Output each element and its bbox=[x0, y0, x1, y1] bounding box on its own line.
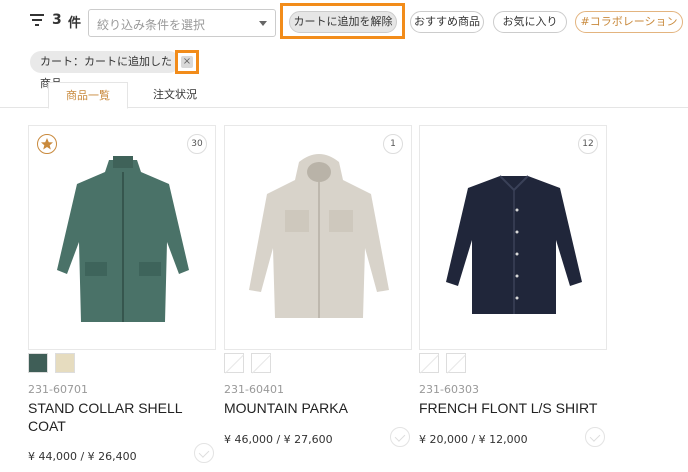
color-swatch-empty bbox=[419, 353, 439, 373]
color-swatch-empty bbox=[251, 353, 271, 373]
color-swatch[interactable] bbox=[55, 353, 75, 373]
coat-image bbox=[57, 156, 189, 322]
select-check-icon[interactable] bbox=[194, 443, 214, 463]
product-image[interactable]: 30 bbox=[28, 125, 216, 350]
filter-select-placeholder: 絞り込み条件を選択 bbox=[97, 18, 206, 32]
filter-icon[interactable] bbox=[30, 14, 44, 26]
color-swatches bbox=[419, 353, 607, 375]
favorites-tag[interactable]: お気に入り bbox=[493, 11, 567, 33]
active-filter-chip: カート：カートに追加した商品 bbox=[30, 51, 180, 90]
product-price: ¥ 46,000 / ¥ 27,600 bbox=[224, 433, 333, 446]
tab-bar: 商品一覧 注文状況 bbox=[0, 82, 688, 109]
product-name[interactable]: STAND COLLAR SHELL COAT bbox=[28, 399, 216, 435]
select-check-icon[interactable] bbox=[390, 427, 410, 447]
shirt-image bbox=[446, 175, 582, 314]
result-count: 3 bbox=[52, 12, 62, 28]
filter-condition-select[interactable]: 絞り込み条件を選択 bbox=[88, 9, 276, 37]
close-icon[interactable]: × bbox=[181, 56, 193, 68]
product-name[interactable]: MOUNTAIN PARKA bbox=[224, 399, 412, 417]
product-price: ¥ 44,000 / ¥ 26,400 bbox=[28, 450, 137, 463]
product-sku: 231-60701 bbox=[28, 383, 88, 396]
chevron-down-icon bbox=[259, 21, 267, 26]
color-swatches bbox=[28, 353, 216, 375]
color-swatches bbox=[224, 353, 412, 375]
product-name[interactable]: FRENCH FLONT L/S SHIRT bbox=[419, 399, 607, 417]
product-sku: 231-60401 bbox=[224, 383, 284, 396]
result-count-unit: 件 bbox=[68, 16, 82, 31]
collaboration-tag[interactable]: #コラボレーション bbox=[575, 11, 683, 33]
select-check-icon[interactable] bbox=[585, 427, 605, 447]
color-swatch-empty bbox=[446, 353, 466, 373]
product-image[interactable]: 1 bbox=[224, 125, 412, 350]
filter-bar: 3 件 絞り込み条件を選択 カートに追加を解除 おすすめ商品 お気に入り #コラ… bbox=[0, 0, 688, 44]
remove-from-cart-tag[interactable]: カートに追加を解除 bbox=[289, 11, 397, 33]
product-image[interactable]: 12 bbox=[419, 125, 607, 350]
color-swatch[interactable] bbox=[28, 353, 48, 373]
product-price: ¥ 20,000 / ¥ 12,000 bbox=[419, 433, 528, 446]
product-sku: 231-60303 bbox=[419, 383, 479, 396]
parka-image bbox=[249, 154, 389, 318]
tab-product-list[interactable]: 商品一覧 bbox=[48, 82, 128, 109]
recommended-tag[interactable]: おすすめ商品 bbox=[410, 11, 484, 33]
color-swatch-empty bbox=[224, 353, 244, 373]
highlight-frame-remove-chip: × bbox=[175, 50, 199, 74]
tab-order-status[interactable]: 注文状況 bbox=[136, 82, 214, 109]
